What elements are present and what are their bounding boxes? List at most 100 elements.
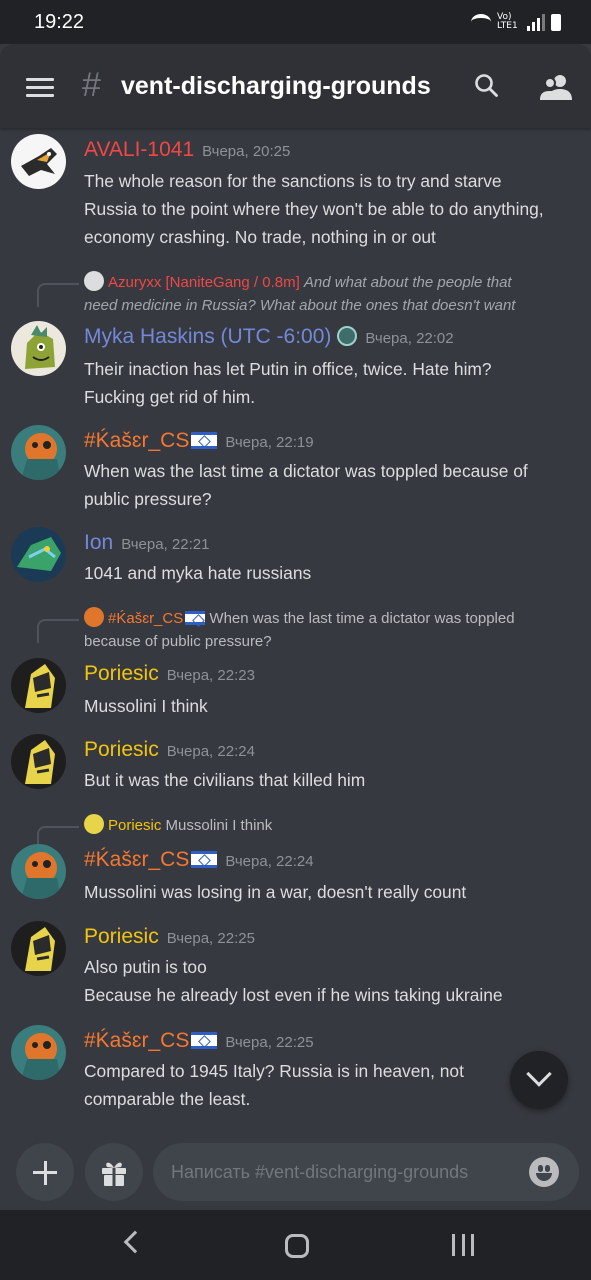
- emoji-icon[interactable]: [529, 1157, 559, 1187]
- members-icon[interactable]: [540, 73, 572, 101]
- reply-author: #Ḱašɛr_CS: [108, 610, 184, 627]
- message-author[interactable]: Ion: [84, 531, 113, 554]
- message-timestamp: Вчера, 22:21: [121, 536, 210, 553]
- avatar[interactable]: [11, 134, 66, 189]
- status-icons: Vo) LTE1: [471, 13, 561, 31]
- battery-icon: [551, 13, 561, 31]
- search-icon[interactable]: [474, 73, 498, 97]
- message-text: The whole reason for the sanctions is to…: [84, 171, 502, 191]
- message-author[interactable]: Myka Haskins (UTC -6:00): [84, 325, 331, 348]
- status-time: 19:22: [34, 11, 85, 33]
- message-text: public pressure?: [84, 489, 212, 509]
- message-author[interactable]: #Ḱašɛr_CS: [84, 1029, 189, 1052]
- message-timestamp: Вчера, 22:02: [365, 330, 454, 347]
- message-timestamp: Вчера, 22:24: [225, 853, 314, 870]
- jump-to-bottom-button[interactable]: [510, 1051, 568, 1109]
- message-body: Mussolini I think: [84, 692, 584, 720]
- message-text: economy crashing. No trade, nothing in o…: [84, 227, 436, 247]
- message-list[interactable]: AVALI-1041 Вчера, 20:25 The whole reason …: [0, 128, 591, 1134]
- message-body: But it was the civilians that killed him: [84, 766, 584, 794]
- plus-icon: [33, 1160, 57, 1185]
- message-text: Because he already lost even if he wins …: [84, 985, 503, 1005]
- avatar[interactable]: [11, 844, 66, 899]
- message-text: When was the last time a dictator was to…: [84, 461, 528, 481]
- message-timestamp: Вчера, 22:25: [225, 1034, 314, 1051]
- reply-spine: [37, 283, 79, 307]
- avatar[interactable]: [11, 425, 66, 480]
- avatar[interactable]: [11, 1025, 66, 1080]
- wifi-icon: [471, 14, 491, 30]
- message-input[interactable]: [171, 1158, 511, 1186]
- badge-icon: [337, 326, 358, 346]
- attach-button[interactable]: [16, 1143, 74, 1201]
- message-input-box[interactable]: [153, 1143, 579, 1201]
- message-body: The whole reason for the sanctions is to…: [84, 167, 584, 251]
- message-text: But it was the civilians that killed him: [84, 770, 366, 790]
- system-nav-bar: [0, 1210, 591, 1280]
- message-body: Also putin is too Because he already los…: [84, 953, 584, 1009]
- channel-title[interactable]: vent-discharging-grounds: [121, 72, 431, 101]
- message-text: Mussolini I think: [84, 696, 208, 716]
- signal-icon: [527, 13, 545, 31]
- message-author[interactable]: #Ḱašɛr_CS: [84, 429, 189, 452]
- reply-text: Mussolini I think: [165, 817, 273, 834]
- message-timestamp: Вчера, 20:25: [202, 143, 291, 160]
- message-author[interactable]: Poriesic: [84, 738, 159, 761]
- avatar[interactable]: [11, 921, 66, 976]
- avatar[interactable]: [11, 658, 66, 713]
- reply-author: Azuryxx [NaniteGang / 0.8m]: [108, 274, 300, 291]
- message-text: Also putin is too: [84, 957, 207, 977]
- message-body: When was the last time a dictator was to…: [84, 457, 584, 513]
- reply-avatar: [84, 607, 104, 627]
- message-body: Compared to 1945 Italy? Russia is in hea…: [84, 1057, 584, 1113]
- message-body: Their inaction has let Putin in office, …: [84, 355, 584, 411]
- recent-apps-icon[interactable]: [452, 1234, 474, 1256]
- reply-preview[interactable]: #Ḱašɛr_CS When was the last time a dicta…: [84, 607, 574, 653]
- message-text: 1041 and myka hate russians: [84, 563, 312, 583]
- message-text: comparable the least.: [84, 1089, 251, 1109]
- message-timestamp: Вчера, 22:23: [166, 667, 255, 684]
- message-composer: [0, 1134, 591, 1210]
- reply-author: Poriesic: [108, 817, 162, 834]
- message-body: 1041 and myka hate russians: [84, 559, 584, 587]
- message-timestamp: Вчера, 22:25: [166, 930, 255, 947]
- chevron-down-icon: [526, 1061, 552, 1087]
- reply-text: need medicine in Russia? What about the …: [84, 297, 516, 314]
- message-timestamp: Вчера, 22:19: [225, 434, 314, 451]
- israel-flag-icon: [185, 611, 206, 625]
- israel-flag-icon: [191, 1032, 218, 1049]
- message-text: Russia to the point where they won't be …: [84, 199, 544, 219]
- home-icon[interactable]: [285, 1234, 309, 1258]
- reply-spine: [37, 619, 79, 643]
- message-text: Their inaction has let Putin in office, …: [84, 359, 492, 379]
- reply-text: And what about the people that: [303, 274, 512, 291]
- message-text: Mussolini was losing in a war, doesn't r…: [84, 882, 467, 902]
- reply-avatar: [84, 271, 104, 291]
- reply-text: because of public pressure?: [84, 633, 272, 650]
- avatar[interactable]: [11, 734, 66, 789]
- reply-avatar: [84, 814, 104, 834]
- channel-header: # vent-discharging-grounds: [0, 44, 591, 128]
- message-timestamp: Вчера, 22:24: [166, 743, 255, 760]
- gift-button[interactable]: [85, 1143, 143, 1201]
- message-body: Mussolini was losing in a war, doesn't r…: [84, 878, 584, 906]
- message-author[interactable]: Poriesic: [84, 662, 159, 685]
- menu-icon[interactable]: [26, 78, 54, 98]
- gift-icon: [102, 1162, 126, 1186]
- network-label: Vo) LTE1: [497, 12, 518, 31]
- message-text: Fucking get rid of him.: [84, 387, 256, 407]
- israel-flag-icon: [191, 851, 218, 868]
- israel-flag-icon: [191, 432, 218, 449]
- status-bar: 19:22 Vo) LTE1: [0, 0, 591, 44]
- reply-preview[interactable]: Poriesic Mussolini I think: [84, 814, 574, 837]
- reply-text: When was the last time a dictator was to…: [209, 610, 515, 627]
- channel-hash-icon: #: [82, 66, 101, 104]
- message-author[interactable]: Poriesic: [84, 925, 159, 948]
- avatar[interactable]: [11, 321, 66, 376]
- back-icon[interactable]: [123, 1230, 147, 1254]
- message-author[interactable]: #Ḱašɛr_CS: [84, 848, 189, 871]
- message-author[interactable]: AVALI-1041: [84, 138, 194, 161]
- avatar[interactable]: [11, 527, 66, 582]
- reply-preview[interactable]: Azuryxx [NaniteGang / 0.8m] And what abo…: [84, 271, 574, 317]
- message-text: Compared to 1945 Italy? Russia is in hea…: [84, 1061, 464, 1081]
